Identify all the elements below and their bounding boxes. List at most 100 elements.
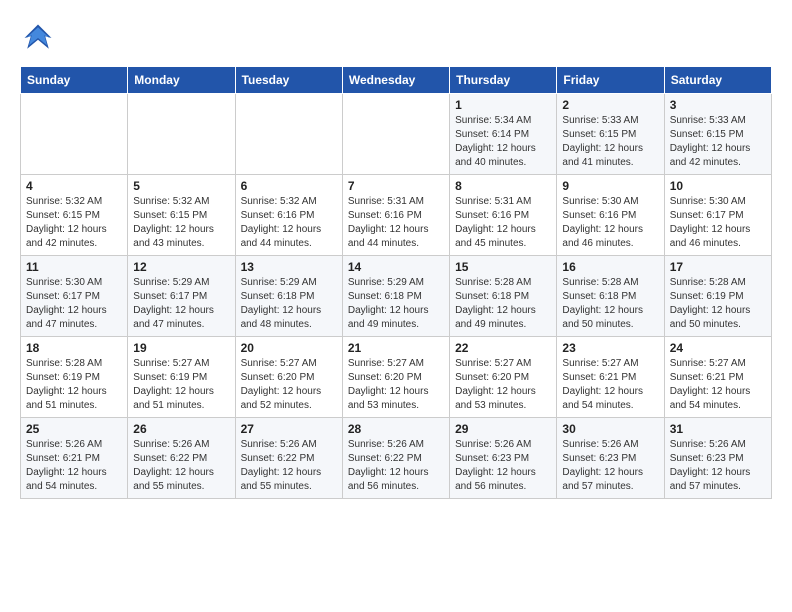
day-number: 23 — [562, 341, 658, 355]
day-info: Sunrise: 5:31 AMSunset: 6:16 PMDaylight:… — [455, 195, 551, 251]
day-number: 21 — [348, 341, 444, 355]
day-number: 7 — [348, 179, 444, 193]
logo — [20, 20, 62, 56]
day-info: Sunrise: 5:30 AMSunset: 6:17 PMDaylight:… — [26, 276, 122, 332]
day-cell: 18Sunrise: 5:28 AMSunset: 6:19 PMDayligh… — [21, 337, 128, 418]
day-number: 6 — [241, 179, 337, 193]
day-info: Sunrise: 5:28 AMSunset: 6:18 PMDaylight:… — [562, 276, 658, 332]
column-header-saturday: Saturday — [664, 67, 771, 94]
column-header-friday: Friday — [557, 67, 664, 94]
day-info: Sunrise: 5:29 AMSunset: 6:18 PMDaylight:… — [348, 276, 444, 332]
column-header-sunday: Sunday — [21, 67, 128, 94]
day-cell: 15 Sunrise: 5:28 AMSunset: 6:18 PMDayligh… — [450, 256, 557, 337]
day-number: 12 — [133, 260, 229, 274]
day-cell: 12 Sunrise: 5:29 AMSunset: 6:17 PMDayligh… — [128, 256, 235, 337]
day-number: 3 — [670, 98, 766, 112]
day-info: Sunrise: 5:32 AMSunset: 6:15 PMDaylight:… — [133, 195, 229, 251]
day-cell: 6 Sunrise: 5:32 AMSunset: 6:16 PMDaylight… — [235, 175, 342, 256]
day-info: Sunrise: 5:27 AMSunset: 6:20 PMDaylight:… — [348, 357, 444, 413]
day-cell: 30Sunrise: 5:26 AMSunset: 6:23 PMDayligh… — [557, 418, 664, 499]
day-number: 15 — [455, 260, 551, 274]
day-info: Sunrise: 5:32 AMSunset: 6:16 PMDaylight:… — [241, 195, 337, 251]
day-info: Sunrise: 5:26 AMSunset: 6:23 PMDaylight:… — [562, 438, 658, 494]
day-info: Sunrise: 5:28 AMSunset: 6:18 PMDaylight:… — [455, 276, 551, 332]
day-number: 2 — [562, 98, 658, 112]
day-cell: 29Sunrise: 5:26 AMSunset: 6:23 PMDayligh… — [450, 418, 557, 499]
day-info: Sunrise: 5:33 AMSunset: 6:15 PMDaylight:… — [562, 114, 658, 170]
day-cell: 17 Sunrise: 5:28 AMSunset: 6:19 PMDayligh… — [664, 256, 771, 337]
day-info: Sunrise: 5:26 AMSunset: 6:22 PMDaylight:… — [241, 438, 337, 494]
day-info: Sunrise: 5:30 AMSunset: 6:16 PMDaylight:… — [562, 195, 658, 251]
day-info: Sunrise: 5:30 AMSunset: 6:17 PMDaylight:… — [670, 195, 766, 251]
column-header-tuesday: Tuesday — [235, 67, 342, 94]
day-number: 22 — [455, 341, 551, 355]
day-info: Sunrise: 5:34 AMSunset: 6:14 PMDaylight:… — [455, 114, 551, 170]
day-cell — [235, 94, 342, 175]
day-number: 5 — [133, 179, 229, 193]
day-cell — [342, 94, 449, 175]
day-cell: 13Sunrise: 5:29 AMSunset: 6:18 PMDayligh… — [235, 256, 342, 337]
day-number: 27 — [241, 422, 337, 436]
day-cell: 24 Sunrise: 5:27 AMSunset: 6:21 PMDayligh… — [664, 337, 771, 418]
header-row: SundayMondayTuesdayWednesdayThursdayFrid… — [21, 67, 772, 94]
day-cell: 27 Sunrise: 5:26 AMSunset: 6:22 PMDayligh… — [235, 418, 342, 499]
day-cell: 11Sunrise: 5:30 AMSunset: 6:17 PMDayligh… — [21, 256, 128, 337]
day-cell: 20 Sunrise: 5:27 AMSunset: 6:20 PMDayligh… — [235, 337, 342, 418]
day-number: 31 — [670, 422, 766, 436]
day-number: 1 — [455, 98, 551, 112]
day-info: Sunrise: 5:29 AMSunset: 6:18 PMDaylight:… — [241, 276, 337, 332]
day-cell: 31 Sunrise: 5:26 AMSunset: 6:23 PMDayligh… — [664, 418, 771, 499]
day-cell: 10Sunrise: 5:30 AMSunset: 6:17 PMDayligh… — [664, 175, 771, 256]
column-header-thursday: Thursday — [450, 67, 557, 94]
day-info: Sunrise: 5:27 AMSunset: 6:20 PMDaylight:… — [455, 357, 551, 413]
column-header-monday: Monday — [128, 67, 235, 94]
day-number: 9 — [562, 179, 658, 193]
day-number: 25 — [26, 422, 122, 436]
week-row-2: 4 Sunrise: 5:32 AMSunset: 6:15 PMDaylight… — [21, 175, 772, 256]
day-cell: 2 Sunrise: 5:33 AMSunset: 6:15 PMDaylight… — [557, 94, 664, 175]
day-number: 4 — [26, 179, 122, 193]
day-number: 26 — [133, 422, 229, 436]
day-cell: 23 Sunrise: 5:27 AMSunset: 6:21 PMDayligh… — [557, 337, 664, 418]
day-info: Sunrise: 5:27 AMSunset: 6:20 PMDaylight:… — [241, 357, 337, 413]
day-info: Sunrise: 5:27 AMSunset: 6:21 PMDaylight:… — [562, 357, 658, 413]
week-row-4: 18Sunrise: 5:28 AMSunset: 6:19 PMDayligh… — [21, 337, 772, 418]
day-number: 29 — [455, 422, 551, 436]
day-number: 17 — [670, 260, 766, 274]
day-cell: 19Sunrise: 5:27 AMSunset: 6:19 PMDayligh… — [128, 337, 235, 418]
day-cell: 4 Sunrise: 5:32 AMSunset: 6:15 PMDaylight… — [21, 175, 128, 256]
week-row-3: 11Sunrise: 5:30 AMSunset: 6:17 PMDayligh… — [21, 256, 772, 337]
day-number: 24 — [670, 341, 766, 355]
day-info: Sunrise: 5:28 AMSunset: 6:19 PMDaylight:… — [670, 276, 766, 332]
day-number: 8 — [455, 179, 551, 193]
day-info: Sunrise: 5:33 AMSunset: 6:15 PMDaylight:… — [670, 114, 766, 170]
day-info: Sunrise: 5:28 AMSunset: 6:19 PMDaylight:… — [26, 357, 122, 413]
logo-icon — [20, 20, 56, 56]
day-cell: 22 Sunrise: 5:27 AMSunset: 6:20 PMDayligh… — [450, 337, 557, 418]
day-info: Sunrise: 5:27 AMSunset: 6:21 PMDaylight:… — [670, 357, 766, 413]
day-info: Sunrise: 5:29 AMSunset: 6:17 PMDaylight:… — [133, 276, 229, 332]
day-info: Sunrise: 5:31 AMSunset: 6:16 PMDaylight:… — [348, 195, 444, 251]
day-cell: 7 Sunrise: 5:31 AMSunset: 6:16 PMDaylight… — [342, 175, 449, 256]
day-number: 19 — [133, 341, 229, 355]
calendar-table: SundayMondayTuesdayWednesdayThursdayFrid… — [20, 66, 772, 499]
day-cell: 25Sunrise: 5:26 AMSunset: 6:21 PMDayligh… — [21, 418, 128, 499]
day-cell: 3 Sunrise: 5:33 AMSunset: 6:15 PMDaylight… — [664, 94, 771, 175]
day-cell: 16 Sunrise: 5:28 AMSunset: 6:18 PMDayligh… — [557, 256, 664, 337]
day-number: 16 — [562, 260, 658, 274]
week-row-5: 25Sunrise: 5:26 AMSunset: 6:21 PMDayligh… — [21, 418, 772, 499]
day-cell: 28Sunrise: 5:26 AMSunset: 6:22 PMDayligh… — [342, 418, 449, 499]
day-info: Sunrise: 5:26 AMSunset: 6:22 PMDaylight:… — [133, 438, 229, 494]
day-cell: 26 Sunrise: 5:26 AMSunset: 6:22 PMDayligh… — [128, 418, 235, 499]
day-info: Sunrise: 5:32 AMSunset: 6:15 PMDaylight:… — [26, 195, 122, 251]
day-cell: 14Sunrise: 5:29 AMSunset: 6:18 PMDayligh… — [342, 256, 449, 337]
day-info: Sunrise: 5:26 AMSunset: 6:22 PMDaylight:… — [348, 438, 444, 494]
week-row-1: 1 Sunrise: 5:34 AMSunset: 6:14 PMDaylight… — [21, 94, 772, 175]
day-cell: 21 Sunrise: 5:27 AMSunset: 6:20 PMDayligh… — [342, 337, 449, 418]
day-cell: 9 Sunrise: 5:30 AMSunset: 6:16 PMDaylight… — [557, 175, 664, 256]
day-cell: 8 Sunrise: 5:31 AMSunset: 6:16 PMDaylight… — [450, 175, 557, 256]
day-cell: 1 Sunrise: 5:34 AMSunset: 6:14 PMDaylight… — [450, 94, 557, 175]
column-header-wednesday: Wednesday — [342, 67, 449, 94]
day-info: Sunrise: 5:26 AMSunset: 6:23 PMDaylight:… — [670, 438, 766, 494]
day-number: 20 — [241, 341, 337, 355]
